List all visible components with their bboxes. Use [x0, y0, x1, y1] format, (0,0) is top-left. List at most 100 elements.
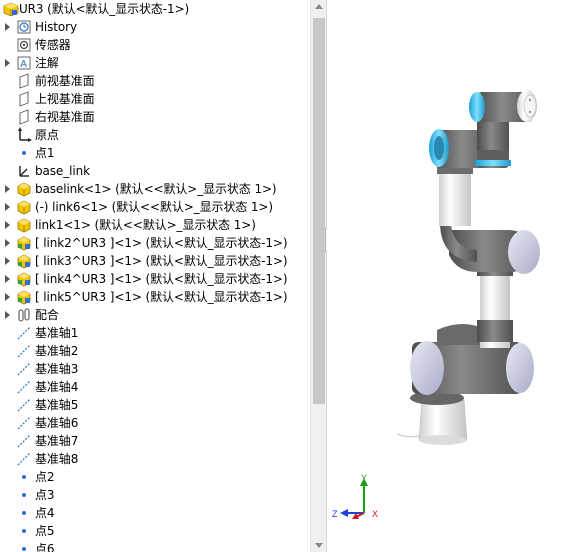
assembly-icon: [3, 1, 19, 17]
tree-item-label: 基准轴3: [35, 362, 79, 376]
tree-item-label: link1<1> (默认<<默认>_显示状态 1>): [35, 218, 256, 232]
tree-item-label: 点6: [35, 542, 55, 552]
expand-arrow-icon[interactable]: [5, 252, 13, 270]
tree-item[interactable]: 点6: [0, 540, 310, 552]
part-icon: [16, 199, 32, 215]
tree-item[interactable]: 基准轴7: [0, 432, 310, 450]
tree-item[interactable]: 基准轴2: [0, 342, 310, 360]
axis-icon: [16, 343, 32, 359]
tree-item-label: [ link2^UR3 ]<1> (默认<默认_显示状态-1>): [35, 236, 288, 250]
tree-item[interactable]: 点3: [0, 486, 310, 504]
tree-item[interactable]: 基准轴6: [0, 414, 310, 432]
tree-item[interactable]: base_link: [0, 162, 310, 180]
tree-item[interactable]: 右视基准面: [0, 108, 310, 126]
plane-icon: [16, 109, 32, 125]
triad-x-label: X: [372, 509, 378, 519]
tree-item[interactable]: A 注解: [0, 54, 310, 72]
mates-icon: [16, 307, 32, 323]
tree-item-label: 传感器: [35, 38, 71, 52]
tree-item-label: 基准轴8: [35, 452, 79, 466]
tree-item[interactable]: link1<1> (默认<<默认>_显示状态 1>): [0, 216, 310, 234]
axis-icon: [16, 433, 32, 449]
subassembly-icon: [16, 289, 32, 305]
origin-icon: [16, 127, 32, 143]
tree-item[interactable]: 点1: [0, 144, 310, 162]
tree-item-label: baselink<1> (默认<<默认>_显示状态 1>): [35, 182, 277, 196]
tree-item[interactable]: 基准轴1: [0, 324, 310, 342]
tree-item-label: 上视基准面: [35, 92, 95, 106]
tree-item[interactable]: 点5: [0, 522, 310, 540]
tree-item-label: (-) link6<1> (默认<<默认>_显示状态 1>): [35, 200, 273, 214]
history-icon: [16, 19, 32, 35]
tree-item[interactable]: 传感器: [0, 36, 310, 54]
tree-item[interactable]: 上视基准面: [0, 90, 310, 108]
graphics-viewport[interactable]: [327, 0, 587, 552]
tree-item-label: 点4: [35, 506, 55, 520]
view-orientation-triad: Y Z X: [332, 473, 378, 519]
axis-icon: [16, 397, 32, 413]
tree-item-label: [ link4^UR3 ]<1> (默认<默认_显示状态-1>): [35, 272, 288, 286]
tree-item-label: 基准轴2: [35, 344, 79, 358]
triad-y-label: Y: [361, 473, 367, 483]
axis-icon: [16, 361, 32, 377]
expand-arrow-icon[interactable]: [5, 270, 13, 288]
subassembly-icon: [16, 253, 32, 269]
tree-item[interactable]: (-) link6<1> (默认<<默认>_显示状态 1>): [0, 198, 310, 216]
tree-root-label: UR3 (默认<默认_显示状态-1>): [19, 2, 190, 16]
tree-item[interactable]: 基准轴4: [0, 378, 310, 396]
tree-item[interactable]: [ link4^UR3 ]<1> (默认<默认_显示状态-1>): [0, 270, 310, 288]
tree-item-label: [ link3^UR3 ]<1> (默认<默认_显示状态-1>): [35, 254, 288, 268]
point-icon: [16, 145, 32, 161]
expand-arrow-icon[interactable]: [5, 216, 13, 234]
tree-item[interactable]: 点2: [0, 468, 310, 486]
scrollbar-thumb[interactable]: [313, 18, 325, 404]
tree-item[interactable]: 配合: [0, 306, 310, 324]
tree-item-label: 基准轴7: [35, 434, 79, 448]
tree-item[interactable]: 点4: [0, 504, 310, 522]
expand-arrow-icon[interactable]: [5, 306, 13, 324]
expand-arrow-icon[interactable]: [5, 288, 13, 306]
tree-item[interactable]: [ link5^UR3 ]<1> (默认<默认_显示状态-1>): [0, 288, 310, 306]
point-icon: [16, 487, 32, 503]
tree-item[interactable]: 基准轴5: [0, 396, 310, 414]
axis-icon: [16, 325, 32, 341]
annotation-icon: A: [16, 55, 32, 71]
triad-z-label: Z: [332, 509, 338, 519]
feature-manager-tree: UR3 (默认<默认_显示状态-1>) History 传感器 A 注解 前视基准面 上视…: [0, 0, 310, 552]
tree-item-label: 点3: [35, 488, 55, 502]
tree-item-label: 右视基准面: [35, 110, 95, 124]
axis-icon: [16, 451, 32, 467]
point-icon: [16, 523, 32, 539]
tree-item[interactable]: [ link3^UR3 ]<1> (默认<默认_显示状态-1>): [0, 252, 310, 270]
point-icon: [16, 541, 32, 552]
tree-item[interactable]: 基准轴8: [0, 450, 310, 468]
tree-root-assembly[interactable]: UR3 (默认<默认_显示状态-1>): [0, 0, 310, 18]
tree-item-label: 基准轴1: [35, 326, 79, 340]
tree-item[interactable]: baselink<1> (默认<<默认>_显示状态 1>): [0, 180, 310, 198]
expand-arrow-icon[interactable]: [5, 198, 13, 216]
point-icon: [16, 469, 32, 485]
tree-item[interactable]: 基准轴3: [0, 360, 310, 378]
expand-arrow-icon[interactable]: [5, 18, 13, 36]
scroll-down-arrow-icon[interactable]: [315, 543, 323, 548]
tree-item[interactable]: 前视基准面: [0, 72, 310, 90]
part-icon: [16, 181, 32, 197]
plane-icon: [16, 91, 32, 107]
scroll-up-arrow-icon[interactable]: [315, 4, 323, 9]
tree-scrollbar[interactable]: [310, 0, 327, 552]
axis-icon: [16, 379, 32, 395]
tree-item[interactable]: 原点: [0, 126, 310, 144]
tree-item-label: 基准轴5: [35, 398, 79, 412]
tree-item[interactable]: [ link2^UR3 ]<1> (默认<默认_显示状态-1>): [0, 234, 310, 252]
expand-arrow-icon[interactable]: [5, 180, 13, 198]
tree-item-label: 注解: [35, 56, 59, 70]
axis-icon: [16, 415, 32, 431]
expand-arrow-icon[interactable]: [5, 54, 13, 72]
ur3-robot-model: [396, 90, 540, 445]
tree-item[interactable]: History: [0, 18, 310, 36]
tree-item-label: [ link5^UR3 ]<1> (默认<默认_显示状态-1>): [35, 290, 288, 304]
expand-arrow-icon[interactable]: [5, 234, 13, 252]
tree-item-label: 基准轴4: [35, 380, 79, 394]
tree-item-label: 点5: [35, 524, 55, 538]
subassembly-icon: [16, 271, 32, 287]
